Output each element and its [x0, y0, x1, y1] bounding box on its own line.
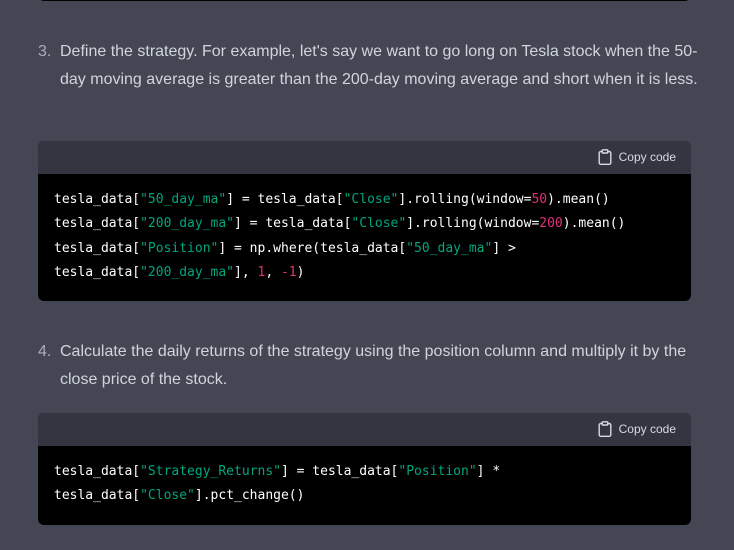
list-item-step-4: 4. Calculate the daily returns of the st… — [38, 338, 698, 394]
code-string-token: "200_day_ma" — [140, 264, 235, 280]
code-token: ).mean() — [547, 192, 610, 207]
code-token: tesla_data[ — [54, 464, 141, 479]
code-line: tesla_data["Close"].pct_change() — [54, 484, 675, 508]
code-token: ] * — [476, 464, 501, 479]
code-line: tesla_data["Position"] = np.where(tesla_… — [54, 237, 675, 261]
code-token: ].rolling(window= — [406, 216, 540, 232]
code-token: ] = np.where(tesla_data[ — [218, 240, 407, 256]
code-number-token: 200 — [539, 216, 563, 232]
code-block-header: Copy code — [38, 413, 691, 446]
clipboard-icon — [598, 421, 612, 437]
code-block-header: Copy code — [38, 141, 691, 174]
code-content: tesla_data["Strategy_Returns"] = tesla_d… — [38, 446, 691, 509]
list-text: Define the strategy. For example, let's … — [60, 43, 698, 88]
code-string-token: "Strategy_Returns" — [140, 464, 281, 479]
code-string-token: "200_day_ma" — [140, 216, 235, 232]
code-string-token: "Position" — [140, 240, 219, 256]
code-token: , — [265, 264, 281, 280]
code-token: ] > — [492, 240, 516, 256]
code-line: tesla_data["200_day_ma"], 1, -1) — [54, 261, 675, 285]
code-number-token: 50 — [531, 192, 548, 207]
code-string-token: "Position" — [398, 464, 477, 479]
code-token: ) — [296, 264, 305, 280]
list-number: 4. — [38, 343, 52, 360]
code-token: ].rolling(window= — [398, 192, 532, 207]
list-number: 3. — [38, 43, 52, 60]
code-token: ] = tesla_data[ — [280, 464, 399, 479]
list-text: Calculate the daily returns of the strat… — [60, 343, 687, 388]
code-token: tesla_data[ — [54, 240, 141, 256]
code-token: ] = tesla_data[ — [226, 192, 344, 207]
code-token: tesla_data[ — [54, 488, 141, 504]
code-string-token: "50_day_ma" — [140, 192, 227, 207]
code-token: tesla_data[ — [54, 264, 141, 280]
code-string-token: "Close" — [140, 488, 195, 504]
copy-code-label: Copy code — [618, 150, 676, 164]
copy-code-button[interactable]: Copy code — [598, 149, 676, 165]
code-token: ] = tesla_data[ — [234, 216, 352, 232]
code-token: ].pct_change() — [194, 488, 305, 504]
code-token: ).mean() — [562, 216, 626, 232]
code-block: Copy code tesla_data["Strategy_Returns"]… — [38, 413, 691, 525]
copy-code-button[interactable]: Copy code — [598, 421, 676, 437]
previous-code-block-bottom — [38, 0, 691, 1]
copy-code-label: Copy code — [618, 422, 676, 436]
code-content: tesla_data["50_day_ma"] = tesla_data["Cl… — [38, 174, 691, 285]
code-token: ], — [234, 264, 258, 280]
code-line: tesla_data["Strategy_Returns"] = tesla_d… — [54, 460, 675, 484]
code-line: tesla_data["50_day_ma"] = tesla_data["Cl… — [54, 188, 675, 212]
clipboard-icon — [598, 149, 612, 165]
code-string-token: "50_day_ma" — [406, 240, 493, 256]
code-token: tesla_data[ — [54, 192, 141, 207]
code-token: tesla_data[ — [54, 216, 141, 232]
code-number-token: -1 — [280, 264, 297, 280]
code-block: Copy code tesla_data["50_day_ma"] = tesl… — [38, 141, 691, 301]
code-string-token: "Close" — [351, 216, 407, 232]
code-line: tesla_data["200_day_ma"] = tesla_data["C… — [54, 212, 675, 236]
code-string-token: "Close" — [343, 192, 399, 207]
list-item-step-3: 3. Define the strategy. For example, let… — [38, 38, 698, 94]
